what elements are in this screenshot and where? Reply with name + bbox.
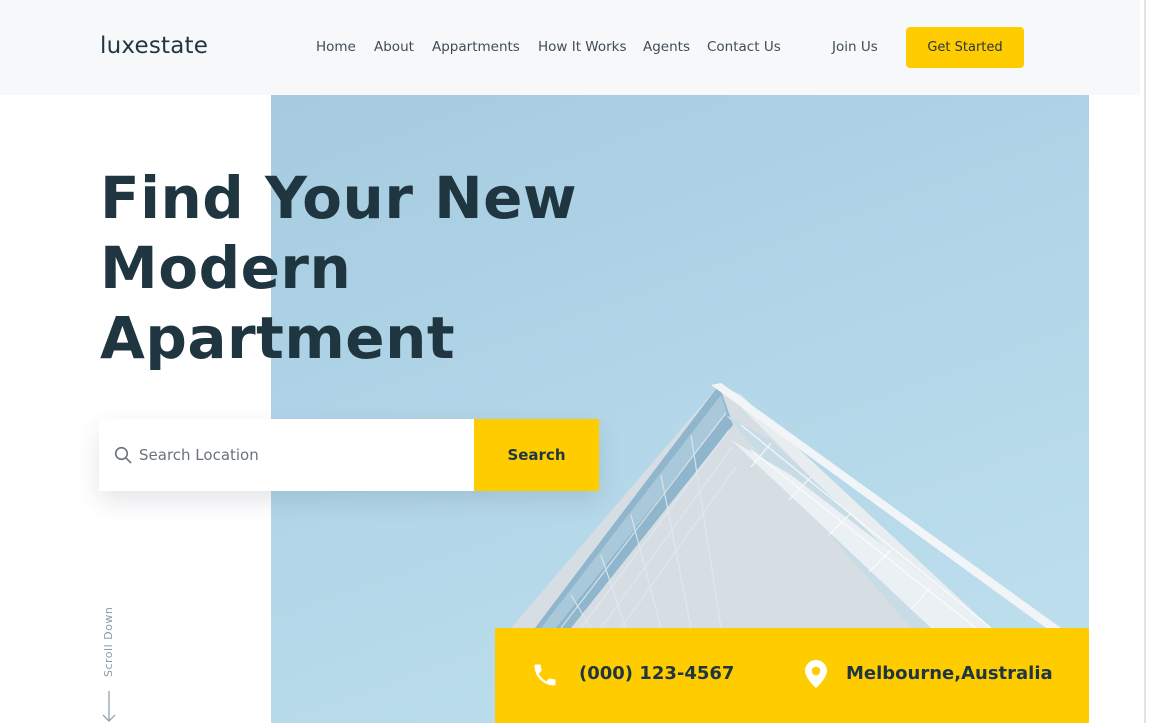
map-pin-icon — [805, 660, 827, 692]
logo[interactable]: luxestate — [100, 33, 208, 59]
nav-item-how-it-works[interactable]: How It Works — [538, 39, 627, 55]
nav-item-contact-us[interactable]: Contact Us — [707, 39, 781, 55]
nav-item-about[interactable]: About — [374, 39, 414, 55]
search-location-input[interactable] — [139, 441, 459, 469]
nav-item-home[interactable]: Home — [316, 39, 356, 55]
nav-item-appartments[interactable]: Appartments — [432, 39, 520, 55]
page-scrollbar-edge — [1144, 0, 1146, 723]
contact-info-bar: (000) 123-4567 Melbourne,Australia — [495, 628, 1089, 723]
location-text: Melbourne,Australia — [846, 663, 1053, 684]
search-field — [99, 419, 474, 491]
search-button[interactable]: Search — [474, 419, 599, 491]
search-icon — [114, 446, 132, 464]
get-started-button[interactable]: Get Started — [906, 27, 1024, 68]
hero-title-line-1: Find Your New — [100, 164, 578, 232]
location-search-bar: Search — [99, 419, 599, 491]
arrow-down-icon — [102, 691, 116, 723]
hero-title-line-3: Apartment — [100, 304, 456, 372]
nav-item-agents[interactable]: Agents — [643, 39, 690, 55]
hero-title: Find Your New Modern Apartment — [100, 163, 620, 373]
join-us-link[interactable]: Join Us — [832, 39, 878, 55]
hero-title-line-2: Modern — [100, 234, 352, 302]
scroll-down-label: Scroll Down — [102, 606, 115, 677]
phone-icon — [531, 661, 559, 693]
site-header: luxestate Home About Appartments How It … — [0, 0, 1140, 95]
phone-number[interactable]: (000) 123-4567 — [579, 663, 734, 684]
